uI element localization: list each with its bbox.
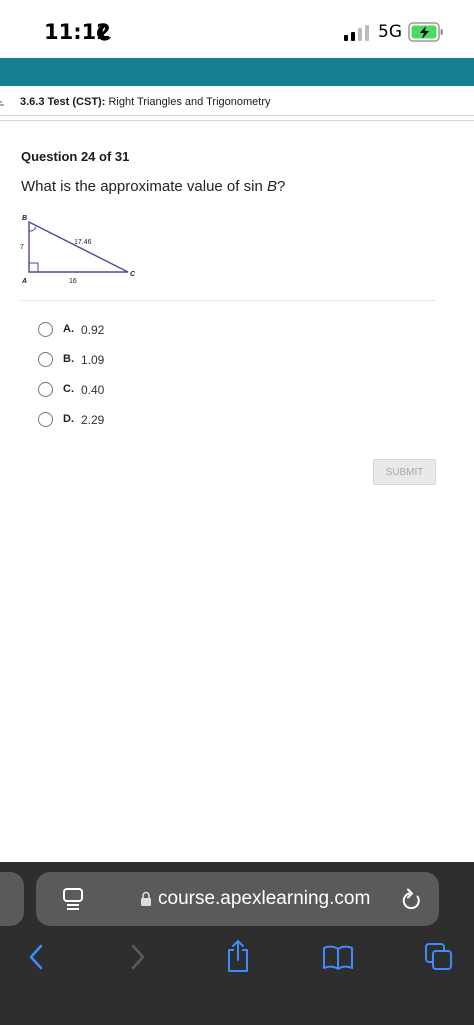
battery-charging-icon [408, 22, 443, 42]
right-triangle-figure: B A C 7 16 17.46 [20, 215, 136, 285]
previous-tab-preview[interactable] [0, 872, 24, 926]
signal-icon [344, 25, 369, 41]
option-letter: D. [63, 413, 74, 425]
triangle-shape [28, 220, 129, 273]
radio-button[interactable] [38, 322, 53, 337]
answer-option-a[interactable]: A. 0.92 [38, 319, 238, 341]
submit-button[interactable]: SUBMIT [373, 459, 436, 485]
option-letter: A. [63, 323, 74, 335]
vertex-b-label: B [22, 215, 27, 222]
activity-icon[interactable] [0, 96, 10, 106]
status-bar: 11:12 5G [0, 0, 474, 58]
url-text[interactable]: course.apexlearning.com [158, 888, 370, 910]
right-angle-marker [28, 262, 39, 273]
prompt-variable: B [266, 178, 277, 195]
question-prompt: What is the approximate value of sin B? [21, 178, 285, 195]
breadcrumb-section: 3.6.3 [20, 96, 45, 108]
content-divider [21, 300, 436, 301]
back-icon[interactable] [26, 940, 46, 974]
angle-b-marker [28, 226, 37, 232]
moon-icon [97, 25, 112, 41]
breadcrumb-text: 3.6.3 Test (CST): Right Triangles and Tr… [20, 96, 270, 108]
radio-button[interactable] [38, 382, 53, 397]
side-ab-label: 7 [20, 244, 24, 251]
question-number: Question 24 of 31 [21, 149, 130, 164]
option-value: 0.92 [81, 323, 105, 337]
bookmarks-icon[interactable] [322, 940, 354, 974]
side-ac-label: 16 [69, 278, 77, 285]
lock-icon [141, 891, 151, 906]
answer-option-d[interactable]: D. 2.29 [38, 409, 238, 431]
answer-option-b[interactable]: B. 1.09 [38, 349, 238, 371]
reader-mode-icon[interactable] [62, 886, 84, 912]
reload-icon[interactable] [401, 888, 423, 912]
option-value: 0.40 [81, 383, 105, 397]
option-letter: C. [63, 383, 74, 395]
prompt-prefix: What is the approximate value of sin [21, 178, 267, 195]
vertex-a-label: A [21, 278, 27, 285]
breadcrumb-title: Right Triangles and Trigonometry [108, 96, 271, 108]
option-value: 2.29 [81, 413, 105, 427]
radio-button[interactable] [38, 412, 53, 427]
prompt-suffix: ? [276, 178, 286, 195]
radio-button[interactable] [38, 352, 53, 367]
side-bc-label: 17.46 [74, 239, 92, 246]
divider [0, 120, 474, 121]
network-label: 5G [378, 22, 402, 42]
share-icon[interactable] [226, 938, 250, 974]
option-letter: B. [63, 353, 74, 365]
breadcrumb: 3.6.3 Test (CST): Right Triangles and Tr… [0, 90, 474, 116]
app-header [0, 58, 474, 86]
breadcrumb-type: Test (CST): [47, 96, 106, 108]
forward-icon[interactable] [128, 940, 148, 974]
tabs-icon[interactable] [424, 940, 454, 974]
answer-option-c[interactable]: C. 0.40 [38, 379, 238, 401]
option-value: 1.09 [81, 353, 105, 367]
vertex-c-label: C [130, 271, 136, 278]
